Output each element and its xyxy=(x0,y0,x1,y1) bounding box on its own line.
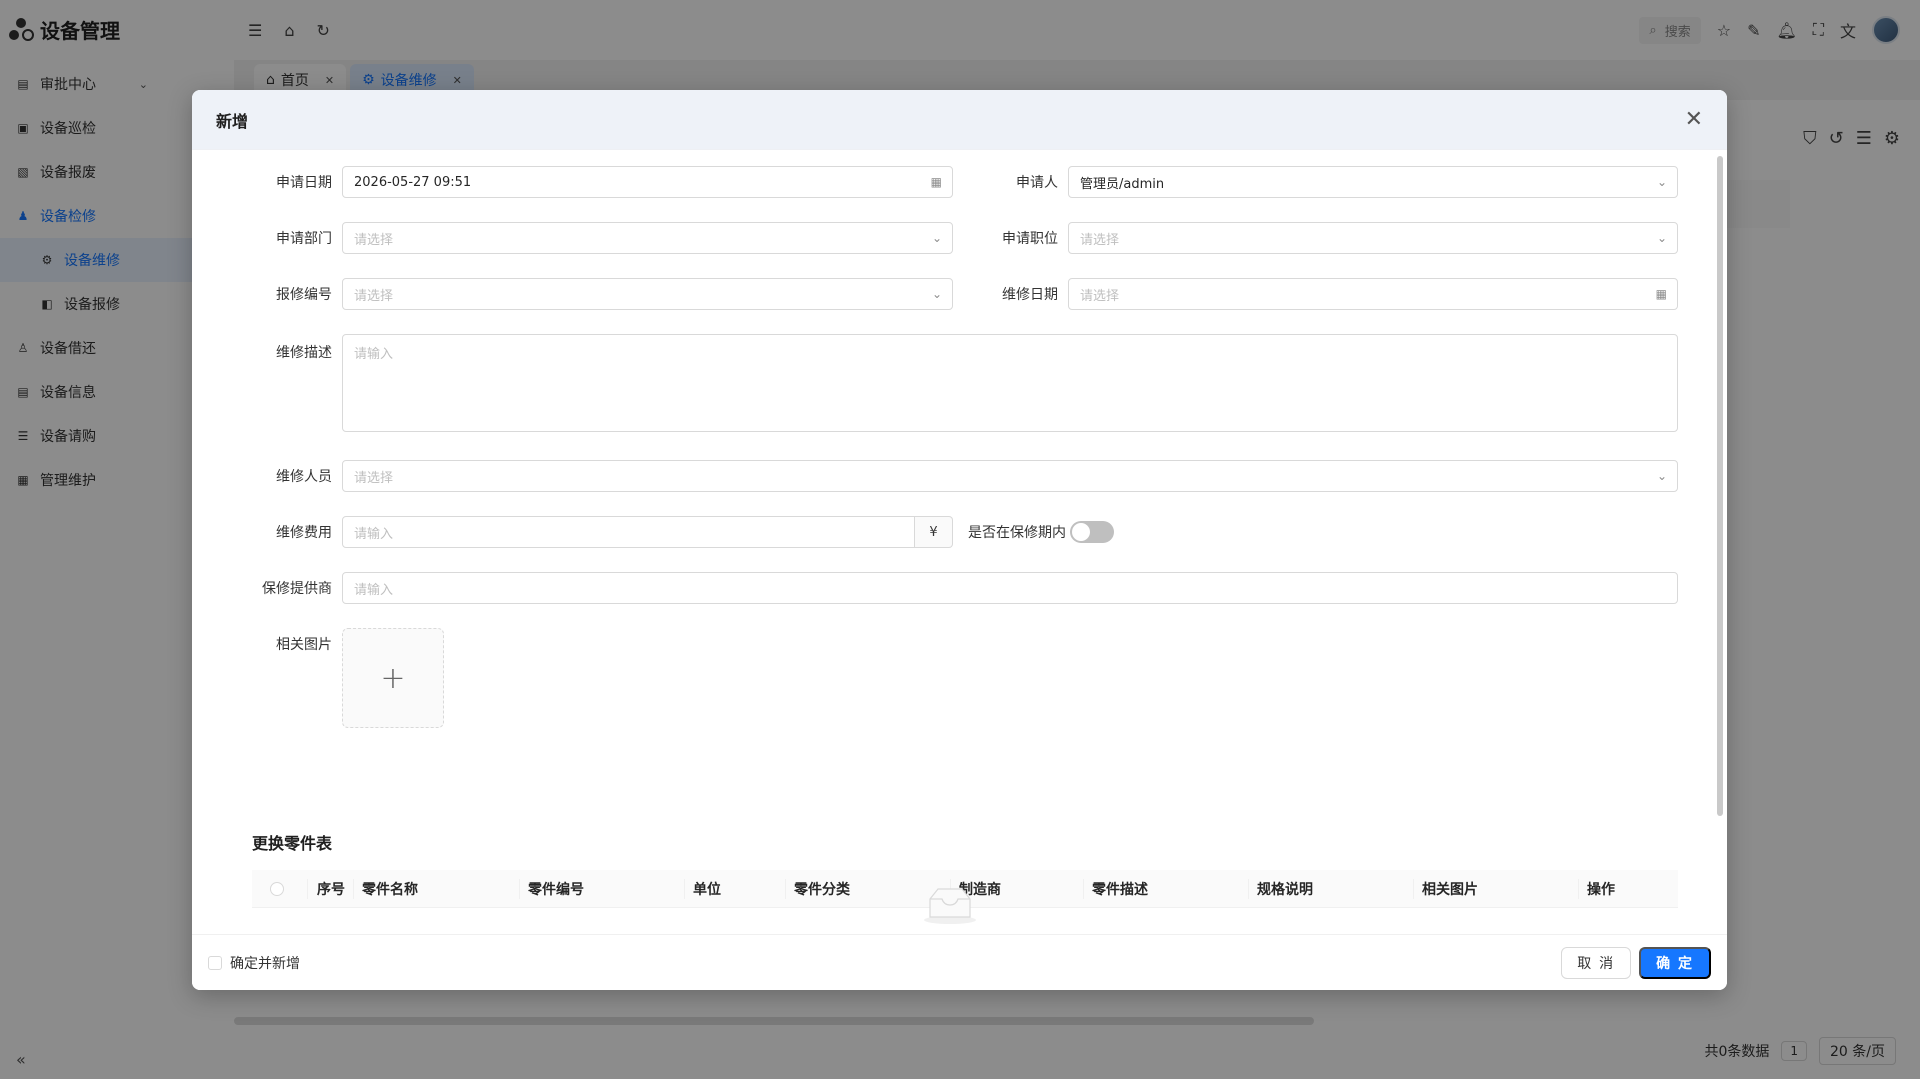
dialog-footer: 确定并新增 取 消 确 定 xyxy=(192,934,1727,990)
repair-date-input[interactable]: 请选择 ▦ xyxy=(1068,278,1678,310)
calendar-icon: ▦ xyxy=(1655,287,1667,301)
images-label: 相关图片 xyxy=(276,637,332,653)
dialog-title: 新增 xyxy=(216,111,249,131)
cancel-button[interactable]: 取 消 xyxy=(1561,946,1632,979)
apply-position-placeholder: 请选择 xyxy=(1080,232,1120,248)
col-part-name: 零件名称 xyxy=(354,878,520,899)
col-index: 序号 xyxy=(308,878,354,899)
form-row-repair-desc: 维修描述 请输入 xyxy=(192,334,1678,432)
apply-position-select[interactable]: 请选择 ⌄ xyxy=(1068,222,1678,254)
warranty-provider-input[interactable]: 请输入 xyxy=(342,572,1678,604)
confirm-and-add-checkbox[interactable]: 确定并新增 xyxy=(208,953,300,973)
apply-dept-placeholder: 请选择 xyxy=(354,232,394,248)
form-row-apply-position: 申请职位 请选择 ⌄ xyxy=(962,222,1678,254)
repair-staff-select[interactable]: 请选择 ⌄ xyxy=(342,460,1678,492)
col-operation: 操作 xyxy=(1587,881,1615,898)
repair-cost-input[interactable]: 请输入 xyxy=(342,516,915,548)
form-row-warranty-provider: 保修提供商 请输入 xyxy=(192,572,1678,604)
dialog-header: 新增 ✕ xyxy=(192,90,1727,150)
report-no-select[interactable]: 请选择 ⌄ xyxy=(342,278,953,310)
repair-staff-placeholder: 请选择 xyxy=(354,470,394,486)
apply-dept-select[interactable]: 请选择 ⌄ xyxy=(342,222,953,254)
add-dialog: 新增 ✕ 申请日期 2026-05-27 09:51 ▦ 申请人 管理员/adm… xyxy=(192,90,1727,990)
form-row-repair-date: 维修日期 请选择 ▦ xyxy=(962,278,1678,310)
upload-image-button[interactable]: + xyxy=(342,628,444,728)
ok-button[interactable]: 确 定 xyxy=(1639,946,1711,979)
report-no-placeholder: 请选择 xyxy=(354,288,394,304)
apply-position-label: 申请职位 xyxy=(1002,231,1058,247)
repair-desc-textarea[interactable]: 请输入 xyxy=(342,334,1678,432)
chevron-down-icon: ⌄ xyxy=(1656,175,1667,189)
dialog-actions: 取 消 确 定 xyxy=(1561,946,1711,979)
apply-date-label: 申请日期 xyxy=(276,175,332,191)
chevron-down-icon: ⌄ xyxy=(1656,231,1667,245)
col-spec: 规格说明 xyxy=(1249,878,1414,899)
applicant-value: 管理员/admin xyxy=(1080,176,1165,192)
checkbox-box xyxy=(208,955,222,970)
form-row-applicant: 申请人 管理员/admin ⌄ xyxy=(962,166,1678,198)
form-row-apply-dept: 申请部门 请选择 ⌄ xyxy=(192,222,953,254)
parts-table-title: 更换零件表 xyxy=(252,834,333,853)
vertical-scrollbar[interactable] xyxy=(1717,156,1723,816)
form-row-apply-date: 申请日期 2026-05-27 09:51 ▦ xyxy=(192,166,953,198)
col-part-no: 零件编号 xyxy=(520,878,685,899)
applicant-select[interactable]: 管理员/admin ⌄ xyxy=(1068,166,1678,198)
col-part-desc: 零件描述 xyxy=(1084,878,1249,899)
apply-date-input[interactable]: 2026-05-27 09:51 ▦ xyxy=(342,166,953,198)
currency-addon: ¥ xyxy=(915,516,953,548)
chevron-down-icon: ⌄ xyxy=(931,287,942,301)
applicant-label: 申请人 xyxy=(1016,175,1058,191)
calendar-icon: ▦ xyxy=(930,175,942,189)
repair-cost-placeholder: 请输入 xyxy=(354,526,394,542)
repair-date-label: 维修日期 xyxy=(1002,287,1058,303)
confirm-and-add-label: 确定并新增 xyxy=(230,955,300,972)
chevron-down-icon: ⌄ xyxy=(931,231,942,245)
form-row-repair-cost: 维修费用 请输入 ¥ 是否在保修期内 xyxy=(192,516,1114,548)
warranty-provider-label: 保修提供商 xyxy=(262,581,332,597)
repair-cost-label: 维修费用 xyxy=(276,525,332,541)
warranty-provider-placeholder: 请输入 xyxy=(354,582,394,598)
apply-date-value: 2026-05-27 09:51 xyxy=(354,174,472,190)
plus-icon: + xyxy=(380,660,406,696)
repair-date-placeholder: 请选择 xyxy=(1080,288,1120,304)
form-row-report-no: 报修编号 请选择 ⌄ xyxy=(192,278,953,310)
select-all-cell xyxy=(252,878,308,899)
form-row-repair-staff: 维修人员 请选择 ⌄ xyxy=(192,460,1678,492)
chevron-down-icon: ⌄ xyxy=(1656,469,1667,483)
report-no-label: 报修编号 xyxy=(276,287,332,303)
close-icon[interactable]: ✕ xyxy=(1685,107,1703,132)
col-unit: 单位 xyxy=(685,878,786,899)
apply-dept-label: 申请部门 xyxy=(276,231,332,247)
col-images: 相关图片 xyxy=(1414,878,1579,899)
repair-desc-placeholder: 请输入 xyxy=(354,347,394,362)
repair-desc-label: 维修描述 xyxy=(276,345,332,361)
empty-data-icon xyxy=(924,888,976,924)
select-all-checkbox[interactable] xyxy=(270,881,284,896)
warranty-switch[interactable] xyxy=(1070,521,1114,543)
form-row-images: 相关图片 + xyxy=(192,628,444,728)
warranty-label: 是否在保修期内 xyxy=(968,525,1066,541)
dialog-body: 申请日期 2026-05-27 09:51 ▦ 申请人 管理员/admin ⌄ … xyxy=(192,150,1727,934)
repair-staff-label: 维修人员 xyxy=(276,469,332,485)
